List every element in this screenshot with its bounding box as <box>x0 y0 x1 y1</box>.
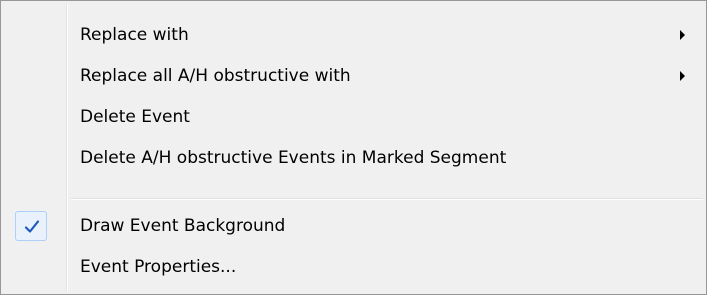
menu-item-label: Replace all A/H obstructive with <box>80 66 351 86</box>
menu-item-replace-with[interactable]: Replace with <box>4 16 703 54</box>
menu-separator <box>71 198 703 200</box>
menu-item-label: Delete Event <box>80 107 190 127</box>
checked-indicator <box>15 211 47 241</box>
menu-item-label: Delete A/H obstructive Events in Marked … <box>80 148 507 168</box>
chevron-right-icon <box>680 71 685 81</box>
checkmark-icon <box>24 220 40 233</box>
menu-item-replace-all-ah-obstructive[interactable]: Replace all A/H obstructive with <box>4 57 703 95</box>
menu-item-event-properties[interactable]: Event Properties... <box>4 248 703 286</box>
chevron-right-icon <box>680 30 685 40</box>
menu-item-label: Draw Event Background <box>80 216 286 236</box>
menu-item-label: Event Properties... <box>80 257 237 277</box>
menu-item-delete-event[interactable]: Delete Event <box>4 98 703 136</box>
menu-item-label: Replace with <box>80 25 189 45</box>
context-menu: Replace with Replace all A/H obstructive… <box>0 0 707 295</box>
menu-item-delete-ah-obstructive-events[interactable]: Delete A/H obstructive Events in Marked … <box>4 139 703 177</box>
menu-item-draw-event-background[interactable]: Draw Event Background <box>4 207 703 245</box>
